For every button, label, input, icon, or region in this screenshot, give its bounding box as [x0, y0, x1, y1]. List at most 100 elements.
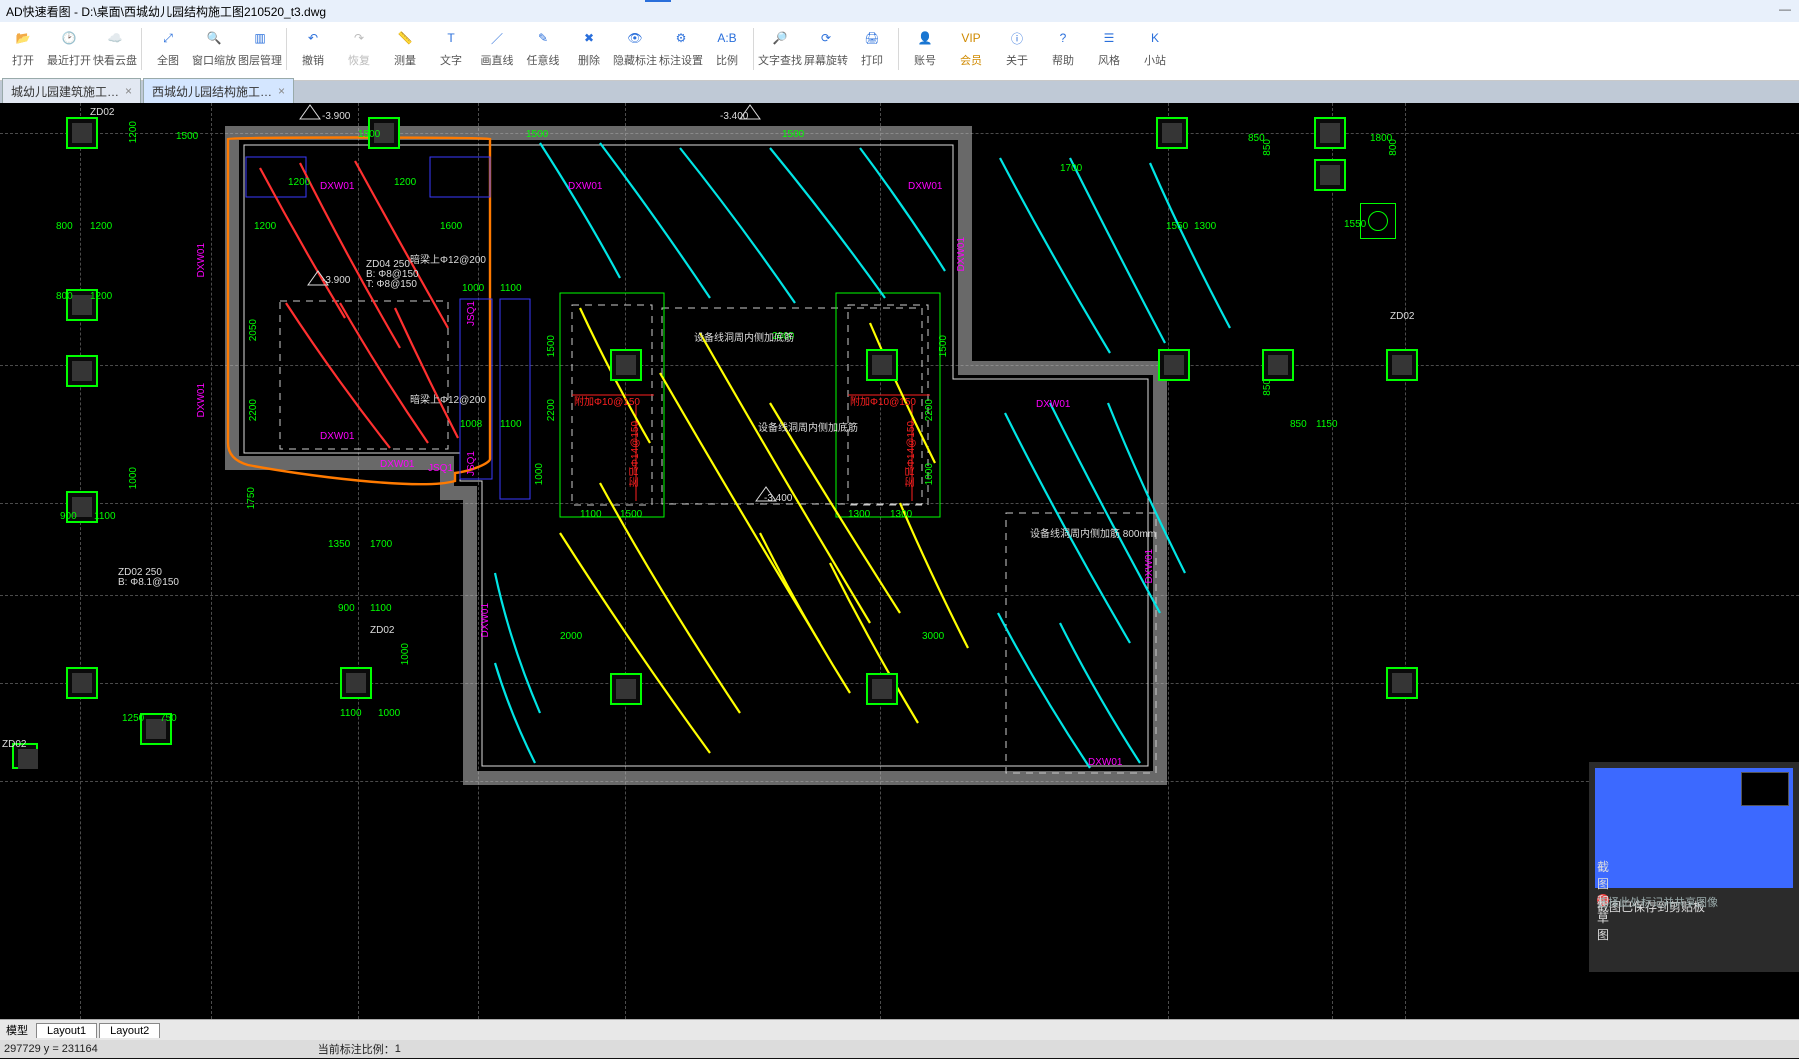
screenshot-toast[interactable]: 截图和草图 截图已保存到剪贴板 选择此处标记并共享图像: [1589, 762, 1799, 972]
dim-label: 1200: [288, 177, 310, 188]
dim-label: 1550: [1166, 221, 1188, 232]
fit-icon: ⤢: [156, 26, 180, 50]
free-button[interactable]: ✎任意线: [520, 24, 566, 76]
layer-button[interactable]: ▥ 图层管理: [237, 24, 283, 76]
rebar-text: 附加Φ14@150: [628, 421, 643, 487]
dim-label: 850: [1290, 419, 1307, 430]
dim-label: 1000: [534, 463, 545, 485]
winzoom-label: 窗口缩放: [192, 52, 236, 68]
help-button[interactable]: ?帮助: [1040, 24, 1086, 76]
layout1-tab[interactable]: Layout1: [36, 1023, 97, 1038]
style-label: 风格: [1098, 52, 1120, 68]
dim-label: 1500: [358, 129, 380, 140]
find-label: 文字查找: [758, 52, 802, 68]
dim-label: 1000: [400, 643, 411, 665]
fit-button[interactable]: ⤢全图: [145, 24, 191, 76]
dim-label: 1200: [254, 221, 276, 232]
app-title: AD快速看图 - D:\桌面\西城幼儿园结构施工图210520_t3.dwg: [6, 3, 326, 20]
dim-label: 1200: [128, 121, 139, 143]
acct-button[interactable]: 👤账号: [902, 24, 948, 76]
drawing-canvas[interactable]: 800 1200 1500 1200 1200 1500 1200 1600 1…: [0, 103, 1799, 1019]
window-minimize[interactable]: —: [1779, 2, 1791, 16]
status-bar: 297729 y = 231164 当前标注比例： 1: [0, 1040, 1799, 1058]
dim-label: 2200: [248, 399, 259, 421]
markset-button[interactable]: ⚙标注设置: [658, 24, 704, 76]
site-icon: K: [1143, 26, 1167, 50]
note-text: B: Φ8.1@150: [118, 577, 179, 588]
note-text: 设备线洞周内侧加底筋: [694, 329, 794, 344]
toolbar: 📂打开🕑最近打开☁️快看云盘⤢全图🔍窗口缩放▥图层管理↶撤销↷恢复📏测量T文字／…: [0, 22, 1799, 81]
dim-label: 1700: [1060, 163, 1082, 174]
wall-label: DXW01: [196, 383, 207, 417]
doc-tab-1[interactable]: 西城幼儿园结构施工…×: [143, 78, 294, 103]
layer-label: 图层管理: [238, 52, 282, 68]
dim-label: 1200: [90, 291, 112, 302]
rotate-icon: ⟳: [814, 26, 838, 50]
vip-label: 会员: [960, 52, 982, 68]
site-label: 小站: [1144, 52, 1166, 68]
winzoom-icon: 🔍: [202, 26, 226, 50]
wall-label: DXW01: [1088, 757, 1122, 768]
layout2-tab[interactable]: Layout2: [99, 1023, 160, 1038]
undo-button[interactable]: ↶撤销: [290, 24, 336, 76]
del-button[interactable]: ✖删除: [566, 24, 612, 76]
wall-label: DXW01: [568, 181, 602, 192]
vip-button[interactable]: VIP会员: [948, 24, 994, 76]
print-button[interactable]: 🖨打印: [849, 24, 895, 76]
wall-label: JSQ1: [428, 463, 453, 474]
line-button[interactable]: ／画直线: [474, 24, 520, 76]
close-icon[interactable]: ×: [278, 84, 285, 98]
del-label: 删除: [578, 52, 600, 68]
recent-button[interactable]: 🕑最近打开: [46, 24, 92, 76]
dim-label: 1300: [890, 509, 912, 520]
undo-label: 撤销: [302, 52, 324, 68]
cloud-icon: ☁️: [103, 26, 127, 50]
layout-tab-row: 模型 Layout1 Layout2: [0, 1019, 1799, 1040]
dim-label: 1750: [246, 487, 257, 509]
text-button[interactable]: T文字: [428, 24, 474, 76]
cloud-label: 快看云盘: [93, 52, 137, 68]
find-button[interactable]: 🔎 文字查找: [757, 24, 803, 76]
recent-label: 最近打开: [47, 52, 91, 68]
note-text: 暗梁上Φ12@200: [410, 251, 486, 266]
note-text: 暗梁上Φ12@200: [410, 391, 486, 406]
open-icon: 📂: [11, 26, 35, 50]
dim-label: 900: [60, 511, 77, 522]
wall-label: DXW01: [908, 181, 942, 192]
line-icon: ／: [485, 26, 509, 50]
note-text: ZD02: [90, 107, 114, 118]
rotate-label: 屏幕旋转: [804, 52, 848, 68]
dim-label: 1500: [546, 335, 557, 357]
site-button[interactable]: K 小站: [1132, 24, 1178, 76]
model-tab[interactable]: 模型: [0, 1021, 34, 1039]
redo-button[interactable]: ↷恢复: [336, 24, 382, 76]
winzoom-button[interactable]: 🔍 窗口缩放: [191, 24, 237, 76]
dim-label: 2000: [560, 631, 582, 642]
measure-button[interactable]: 📏测量: [382, 24, 428, 76]
open-label: 打开: [12, 52, 34, 68]
about-label: 关于: [1006, 52, 1028, 68]
free-label: 任意线: [527, 52, 560, 68]
dim-label: 1350: [328, 539, 350, 550]
find-icon: 🔎: [768, 26, 792, 50]
wall-label: DXW01: [1144, 549, 1155, 583]
rotate-button[interactable]: ⟳ 屏幕旋转: [803, 24, 849, 76]
cloud-button[interactable]: ☁️ 快看云盘: [92, 24, 138, 76]
hide-button[interactable]: 👁隐藏标注: [612, 24, 658, 76]
help-icon: ?: [1051, 26, 1075, 50]
scale-button[interactable]: A:B比例: [704, 24, 750, 76]
dim-label: 1200: [90, 221, 112, 232]
dim-label: 1150: [1316, 419, 1338, 430]
dim-label: 1500: [620, 509, 642, 520]
about-button[interactable]: ⓘ 关于: [994, 24, 1040, 76]
doc-tab-0[interactable]: 城幼儿园建筑施工…×: [2, 78, 141, 103]
dim-label: 1100: [370, 603, 392, 614]
style-button[interactable]: ☰风格: [1086, 24, 1132, 76]
dim-label: 1200: [394, 177, 416, 188]
open-button[interactable]: 📂 打开: [0, 24, 46, 76]
about-icon: ⓘ: [1005, 26, 1029, 50]
scale-label: 当前标注比例：: [318, 1041, 395, 1057]
dim-label: 2200: [924, 399, 935, 421]
layer-icon: ▥: [248, 26, 272, 50]
close-icon[interactable]: ×: [125, 84, 132, 98]
